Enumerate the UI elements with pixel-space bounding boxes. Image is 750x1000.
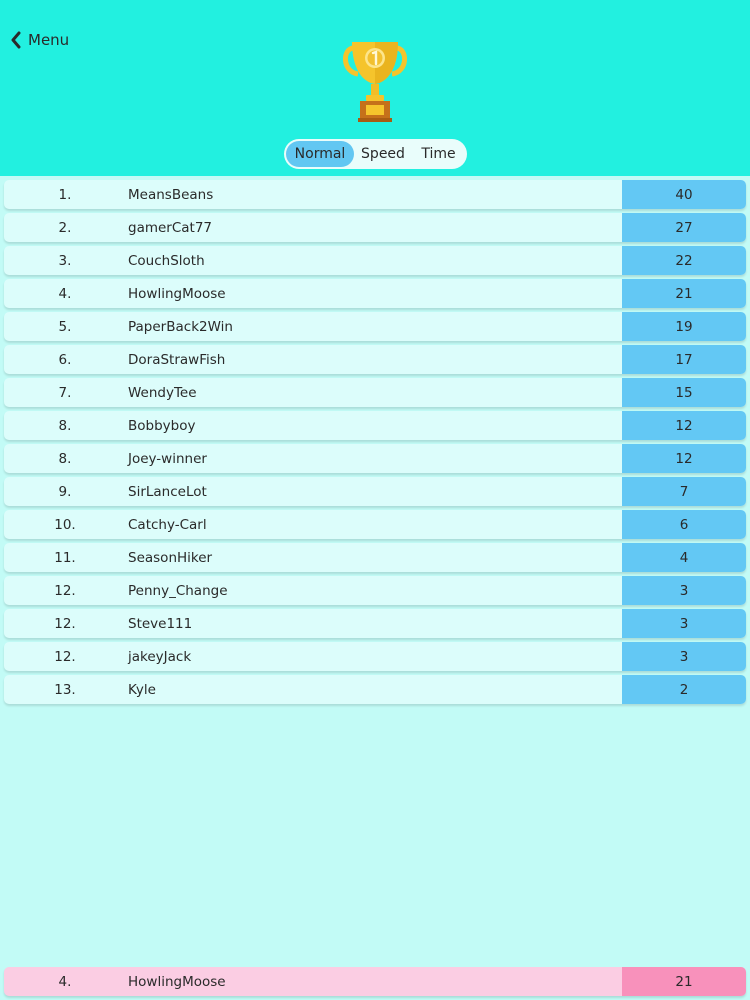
table-row[interactable]: 3. CouchSloth 22 <box>4 246 746 275</box>
player-name: jakeyJack <box>128 648 192 665</box>
table-row[interactable]: 7. WendyTee 15 <box>4 378 746 407</box>
score: 27 <box>622 213 746 242</box>
player-name: SeasonHiker <box>128 549 213 566</box>
current-player-row[interactable]: 4. HowlingMoose 21 <box>4 967 746 996</box>
score: 17 <box>622 345 746 374</box>
player-name: Steve111 <box>128 615 193 632</box>
tab-speed[interactable]: Speed <box>354 141 412 167</box>
table-row[interactable]: 12. Steve111 3 <box>4 609 746 638</box>
score: 21 <box>622 279 746 308</box>
player-name: CouchSloth <box>128 252 205 269</box>
player-name: Catchy-Carl <box>128 516 207 533</box>
rank: 11. <box>54 549 76 566</box>
rank: 12. <box>54 582 76 599</box>
table-row[interactable]: 13. Kyle 2 <box>4 675 746 704</box>
score: 15 <box>622 378 746 407</box>
player-name: Bobbyboy <box>128 417 196 434</box>
score: 22 <box>622 246 746 275</box>
player-name: Kyle <box>128 681 156 698</box>
score: 3 <box>622 642 746 671</box>
chevron-left-icon <box>11 31 21 49</box>
table-row[interactable]: 8. Bobbyboy 12 <box>4 411 746 440</box>
rank: 8. <box>58 417 72 434</box>
score: 12 <box>622 411 746 440</box>
table-row[interactable]: 6. DoraStrawFish 17 <box>4 345 746 374</box>
player-name: HowlingMoose <box>128 973 226 990</box>
score: 6 <box>622 510 746 539</box>
rank: 4. <box>58 285 72 302</box>
back-label: Menu <box>28 31 70 49</box>
score: 19 <box>622 312 746 341</box>
score: 3 <box>622 576 746 605</box>
leaderboard-list: 1. MeansBeans 40 2. gamerCat77 27 3. CouchSloth… <box>4 180 746 708</box>
rank: 12. <box>54 615 76 632</box>
table-row[interactable]: 8. Joey-winner 12 <box>4 444 746 473</box>
score: 12 <box>622 444 746 473</box>
rank: 4. <box>58 973 72 990</box>
rank: 12. <box>54 648 76 665</box>
table-row[interactable]: 10. Catchy-Carl 6 <box>4 510 746 539</box>
table-row[interactable]: 4. HowlingMoose 21 <box>4 279 746 308</box>
player-name: MeansBeans <box>128 186 214 203</box>
header: Menu Normal Speed Time <box>0 0 750 176</box>
player-name: DoraStrawFish <box>128 351 226 368</box>
rank: 6. <box>58 351 72 368</box>
player-name: PaperBack2Win <box>128 318 233 335</box>
leaderboard-screen: Menu Normal Speed Time 1. MeansBeans 40 … <box>0 0 750 1000</box>
rank: 3. <box>58 252 72 269</box>
table-row[interactable]: 9. SirLanceLot 7 <box>4 477 746 506</box>
score: 2 <box>622 675 746 704</box>
table-row[interactable]: 5. PaperBack2Win 19 <box>4 312 746 341</box>
table-row[interactable]: 11. SeasonHiker 4 <box>4 543 746 572</box>
rank: 5. <box>58 318 72 335</box>
score: 3 <box>622 609 746 638</box>
player-name: SirLanceLot <box>128 483 207 500</box>
back-button[interactable]: Menu <box>10 28 69 52</box>
player-name: WendyTee <box>128 384 197 401</box>
rank: 2. <box>58 219 72 236</box>
rank: 10. <box>54 516 76 533</box>
score: 4 <box>622 543 746 572</box>
score: 7 <box>622 477 746 506</box>
tab-time[interactable]: Time <box>412 141 465 167</box>
tab-normal[interactable]: Normal <box>286 141 354 167</box>
table-row[interactable]: 2. gamerCat77 27 <box>4 213 746 242</box>
player-name: gamerCat77 <box>128 219 213 236</box>
table-row[interactable]: 12. jakeyJack 3 <box>4 642 746 671</box>
player-name: HowlingMoose <box>128 285 226 302</box>
player-name: Joey-winner <box>128 450 207 467</box>
score: 21 <box>622 967 746 996</box>
mode-tabs: Normal Speed Time <box>284 139 467 169</box>
rank: 1. <box>58 186 72 203</box>
player-name: Penny_Change <box>128 582 228 599</box>
rank: 7. <box>58 384 72 401</box>
score: 40 <box>622 180 746 209</box>
rank: 9. <box>58 483 72 500</box>
table-row[interactable]: 12. Penny_Change 3 <box>4 576 746 605</box>
rank: 8. <box>58 450 72 467</box>
rank: 13. <box>54 681 76 698</box>
table-row[interactable]: 1. MeansBeans 40 <box>4 180 746 209</box>
trophy-icon <box>343 42 407 122</box>
